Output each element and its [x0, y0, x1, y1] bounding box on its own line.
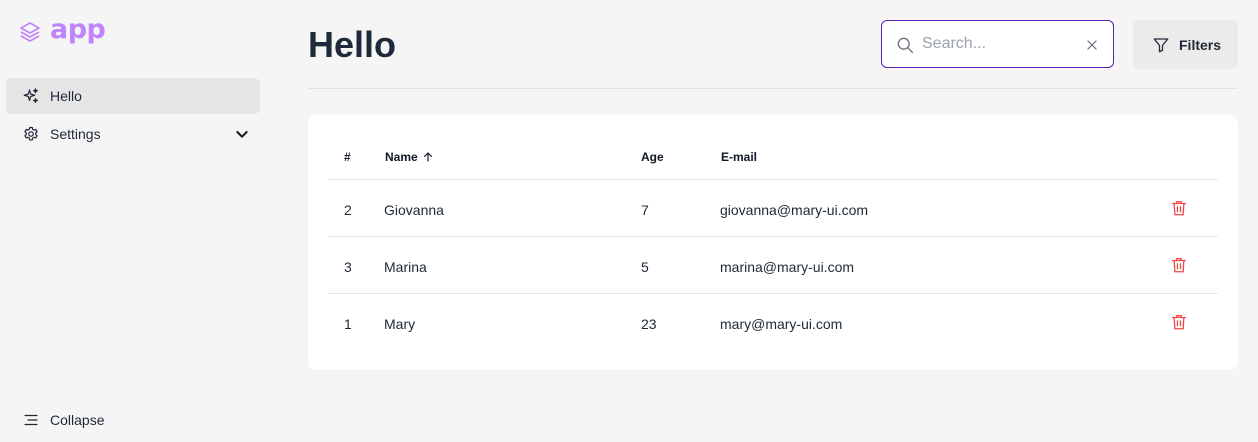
- column-header-name[interactable]: Name: [385, 150, 434, 164]
- page-title: Hello: [308, 24, 397, 65]
- arrow-up-icon: [423, 152, 432, 162]
- cell-email: mary@mary-ui.com: [720, 316, 843, 332]
- app-root: app Hello Settings Collapse Hello Search…: [0, 0, 1258, 442]
- trash-icon[interactable]: [1170, 313, 1188, 331]
- brand-name: app: [50, 14, 106, 45]
- sidebar-item-label: Settings: [50, 126, 101, 142]
- sparkles-icon: [23, 88, 38, 103]
- header-divider: [308, 88, 1238, 89]
- chevron-down-icon[interactable]: [234, 126, 250, 142]
- cell-id: 2: [344, 202, 352, 218]
- menu-collapse-icon: [24, 414, 38, 426]
- table-header: # Name Age E-mail: [328, 115, 1218, 180]
- cell-id: 3: [344, 259, 352, 275]
- table-row[interactable]: 2 Giovanna 7 giovanna@mary-ui.com: [328, 180, 1218, 237]
- sidebar-item-settings[interactable]: Settings: [6, 116, 260, 152]
- brand-logo[interactable]: app: [18, 14, 106, 45]
- cell-email: giovanna@mary-ui.com: [720, 202, 869, 218]
- funnel-icon: [1153, 38, 1169, 53]
- sidebar-item-hello[interactable]: Hello: [6, 78, 260, 114]
- sidebar-item-label: Hello: [50, 88, 82, 104]
- cell-age: 7: [641, 202, 649, 218]
- cell-age: 23: [641, 316, 657, 332]
- search-icon: [897, 37, 914, 54]
- cell-age: 5: [641, 259, 649, 275]
- filters-label: Filters: [1179, 37, 1222, 53]
- cell-name: Mary: [384, 316, 416, 332]
- close-icon[interactable]: [1085, 38, 1099, 52]
- gear-icon: [24, 126, 38, 141]
- cell-name: Marina: [384, 259, 427, 275]
- column-header-email[interactable]: E-mail: [721, 150, 757, 164]
- cell-id: 1: [344, 316, 352, 332]
- layers-icon: [20, 21, 40, 42]
- search-box[interactable]: [881, 20, 1114, 68]
- users-table: # Name Age E-mail 2 Giovanna 7 giovanna@…: [308, 115, 1238, 370]
- column-header-id[interactable]: #: [344, 150, 351, 164]
- trash-icon[interactable]: [1170, 256, 1188, 274]
- collapse-button[interactable]: Collapse: [6, 402, 260, 438]
- trash-icon[interactable]: [1170, 199, 1188, 217]
- table-row[interactable]: 1 Mary 23 mary@mary-ui.com: [328, 294, 1218, 351]
- column-header-label: Name: [385, 150, 418, 164]
- cell-email: marina@mary-ui.com: [720, 259, 855, 275]
- cell-name: Giovanna: [384, 202, 444, 218]
- table-row[interactable]: 3 Marina 5 marina@mary-ui.com: [328, 237, 1218, 294]
- collapse-label: Collapse: [50, 412, 105, 428]
- column-header-age[interactable]: Age: [641, 150, 664, 164]
- search-input[interactable]: [922, 33, 1072, 55]
- filters-button[interactable]: Filters: [1133, 20, 1238, 69]
- sidebar: app Hello Settings Collapse: [0, 0, 270, 442]
